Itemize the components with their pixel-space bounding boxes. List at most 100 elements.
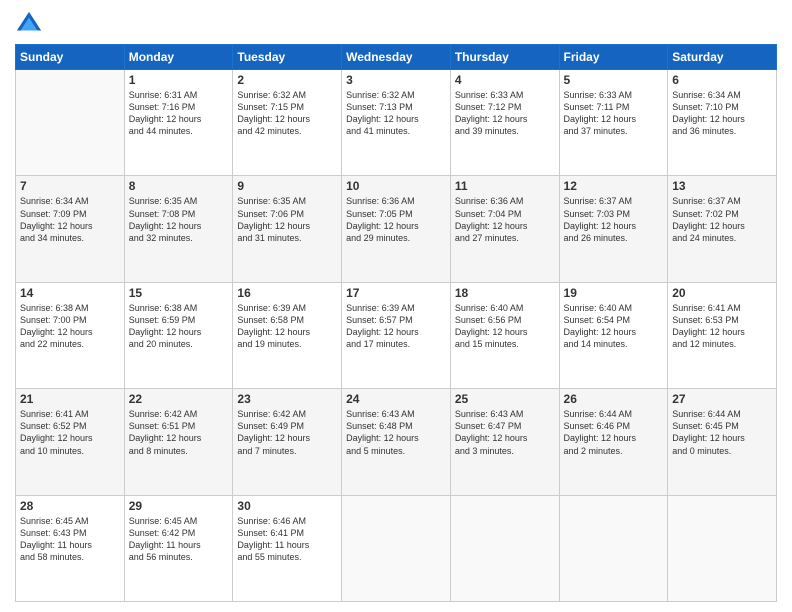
- calendar-cell: 15 Sunrise: 6:38 AM Sunset: 6:59 PM Dayli…: [124, 282, 233, 388]
- calendar-cell: 1 Sunrise: 6:31 AM Sunset: 7:16 PM Daylig…: [124, 70, 233, 176]
- day-info: Sunrise: 6:36 AM Sunset: 7:05 PM Dayligh…: [346, 195, 446, 244]
- calendar-cell: [668, 495, 777, 601]
- day-info: Sunrise: 6:44 AM Sunset: 6:46 PM Dayligh…: [564, 408, 664, 457]
- calendar-cell: 26 Sunrise: 6:44 AM Sunset: 6:46 PM Dayli…: [559, 389, 668, 495]
- calendar-cell: 28Sunrise: 6:45 AM Sunset: 6:43 PM Dayli…: [16, 495, 125, 601]
- day-info: Sunrise: 6:39 AM Sunset: 6:57 PM Dayligh…: [346, 302, 446, 351]
- day-number: 15: [129, 286, 229, 300]
- col-header-wednesday: Wednesday: [342, 45, 451, 70]
- calendar-cell: 14Sunrise: 6:38 AM Sunset: 7:00 PM Dayli…: [16, 282, 125, 388]
- col-header-sunday: Sunday: [16, 45, 125, 70]
- day-info: Sunrise: 6:34 AM Sunset: 7:09 PM Dayligh…: [20, 195, 120, 244]
- day-number: 9: [237, 179, 337, 193]
- day-info: Sunrise: 6:43 AM Sunset: 6:47 PM Dayligh…: [455, 408, 555, 457]
- day-number: 28: [20, 499, 120, 513]
- calendar-cell: 23 Sunrise: 6:42 AM Sunset: 6:49 PM Dayli…: [233, 389, 342, 495]
- calendar-cell: 13 Sunrise: 6:37 AM Sunset: 7:02 PM Dayli…: [668, 176, 777, 282]
- day-number: 17: [346, 286, 446, 300]
- day-info: Sunrise: 6:43 AM Sunset: 6:48 PM Dayligh…: [346, 408, 446, 457]
- day-number: 29: [129, 499, 229, 513]
- day-info: Sunrise: 6:39 AM Sunset: 6:58 PM Dayligh…: [237, 302, 337, 351]
- calendar-week-row: 7 Sunrise: 6:34 AM Sunset: 7:09 PM Daylig…: [16, 176, 777, 282]
- day-number: 20: [672, 286, 772, 300]
- day-number: 3: [346, 73, 446, 87]
- day-number: 4: [455, 73, 555, 87]
- calendar-cell: 25 Sunrise: 6:43 AM Sunset: 6:47 PM Dayli…: [450, 389, 559, 495]
- calendar-header-row: SundayMondayTuesdayWednesdayThursdayFrid…: [16, 45, 777, 70]
- calendar-cell: 18 Sunrise: 6:40 AM Sunset: 6:56 PM Dayli…: [450, 282, 559, 388]
- day-info: Sunrise: 6:38 AM Sunset: 7:00 PM Dayligh…: [20, 302, 120, 351]
- day-number: 6: [672, 73, 772, 87]
- col-header-tuesday: Tuesday: [233, 45, 342, 70]
- day-number: 23: [237, 392, 337, 406]
- day-number: 19: [564, 286, 664, 300]
- calendar-cell: 22Sunrise: 6:42 AM Sunset: 6:51 PM Dayli…: [124, 389, 233, 495]
- day-number: 8: [129, 179, 229, 193]
- day-number: 21: [20, 392, 120, 406]
- day-number: 22: [129, 392, 229, 406]
- day-info: Sunrise: 6:31 AM Sunset: 7:16 PM Dayligh…: [129, 89, 229, 138]
- calendar-week-row: 14Sunrise: 6:38 AM Sunset: 7:00 PM Dayli…: [16, 282, 777, 388]
- logo-icon: [15, 10, 43, 38]
- calendar-cell: 30Sunrise: 6:46 AM Sunset: 6:41 PM Dayli…: [233, 495, 342, 601]
- day-number: 25: [455, 392, 555, 406]
- day-info: Sunrise: 6:35 AM Sunset: 7:08 PM Dayligh…: [129, 195, 229, 244]
- page: SundayMondayTuesdayWednesdayThursdayFrid…: [0, 0, 792, 612]
- calendar-week-row: 21 Sunrise: 6:41 AM Sunset: 6:52 PM Dayli…: [16, 389, 777, 495]
- calendar-cell: 16 Sunrise: 6:39 AM Sunset: 6:58 PM Dayli…: [233, 282, 342, 388]
- logo: [15, 10, 47, 38]
- calendar-cell: 10Sunrise: 6:36 AM Sunset: 7:05 PM Dayli…: [342, 176, 451, 282]
- calendar-table: SundayMondayTuesdayWednesdayThursdayFrid…: [15, 44, 777, 602]
- calendar-cell: 2 Sunrise: 6:32 AM Sunset: 7:15 PM Daylig…: [233, 70, 342, 176]
- day-info: Sunrise: 6:32 AM Sunset: 7:15 PM Dayligh…: [237, 89, 337, 138]
- calendar-cell: 17 Sunrise: 6:39 AM Sunset: 6:57 PM Dayli…: [342, 282, 451, 388]
- calendar-cell: 8 Sunrise: 6:35 AM Sunset: 7:08 PM Daylig…: [124, 176, 233, 282]
- day-info: Sunrise: 6:40 AM Sunset: 6:54 PM Dayligh…: [564, 302, 664, 351]
- day-info: Sunrise: 6:44 AM Sunset: 6:45 PM Dayligh…: [672, 408, 772, 457]
- header: [15, 10, 777, 38]
- calendar-cell: [559, 495, 668, 601]
- day-number: 7: [20, 179, 120, 193]
- col-header-friday: Friday: [559, 45, 668, 70]
- calendar-cell: 20 Sunrise: 6:41 AM Sunset: 6:53 PM Dayli…: [668, 282, 777, 388]
- day-number: 11: [455, 179, 555, 193]
- day-info: Sunrise: 6:35 AM Sunset: 7:06 PM Dayligh…: [237, 195, 337, 244]
- day-number: 5: [564, 73, 664, 87]
- day-info: Sunrise: 6:34 AM Sunset: 7:10 PM Dayligh…: [672, 89, 772, 138]
- day-number: 13: [672, 179, 772, 193]
- day-number: 2: [237, 73, 337, 87]
- calendar-cell: 11 Sunrise: 6:36 AM Sunset: 7:04 PM Dayli…: [450, 176, 559, 282]
- calendar-cell: 7 Sunrise: 6:34 AM Sunset: 7:09 PM Daylig…: [16, 176, 125, 282]
- day-info: Sunrise: 6:36 AM Sunset: 7:04 PM Dayligh…: [455, 195, 555, 244]
- day-info: Sunrise: 6:42 AM Sunset: 6:49 PM Dayligh…: [237, 408, 337, 457]
- calendar-cell: 9 Sunrise: 6:35 AM Sunset: 7:06 PM Daylig…: [233, 176, 342, 282]
- col-header-monday: Monday: [124, 45, 233, 70]
- calendar-cell: 19 Sunrise: 6:40 AM Sunset: 6:54 PM Dayli…: [559, 282, 668, 388]
- calendar-cell: [16, 70, 125, 176]
- calendar-cell: 29 Sunrise: 6:45 AM Sunset: 6:42 PM Dayli…: [124, 495, 233, 601]
- day-number: 24: [346, 392, 446, 406]
- day-info: Sunrise: 6:41 AM Sunset: 6:52 PM Dayligh…: [20, 408, 120, 457]
- day-number: 18: [455, 286, 555, 300]
- day-number: 27: [672, 392, 772, 406]
- calendar-cell: 24 Sunrise: 6:43 AM Sunset: 6:48 PM Dayli…: [342, 389, 451, 495]
- day-info: Sunrise: 6:45 AM Sunset: 6:42 PM Dayligh…: [129, 515, 229, 564]
- day-info: Sunrise: 6:37 AM Sunset: 7:03 PM Dayligh…: [564, 195, 664, 244]
- calendar-cell: [450, 495, 559, 601]
- calendar-cell: 4 Sunrise: 6:33 AM Sunset: 7:12 PM Daylig…: [450, 70, 559, 176]
- calendar-cell: 12Sunrise: 6:37 AM Sunset: 7:03 PM Dayli…: [559, 176, 668, 282]
- day-info: Sunrise: 6:41 AM Sunset: 6:53 PM Dayligh…: [672, 302, 772, 351]
- day-info: Sunrise: 6:33 AM Sunset: 7:12 PM Dayligh…: [455, 89, 555, 138]
- day-number: 16: [237, 286, 337, 300]
- day-number: 1: [129, 73, 229, 87]
- calendar-cell: 5Sunrise: 6:33 AM Sunset: 7:11 PM Daylig…: [559, 70, 668, 176]
- calendar-cell: [342, 495, 451, 601]
- day-info: Sunrise: 6:38 AM Sunset: 6:59 PM Dayligh…: [129, 302, 229, 351]
- day-info: Sunrise: 6:37 AM Sunset: 7:02 PM Dayligh…: [672, 195, 772, 244]
- day-info: Sunrise: 6:40 AM Sunset: 6:56 PM Dayligh…: [455, 302, 555, 351]
- col-header-thursday: Thursday: [450, 45, 559, 70]
- calendar-cell: 21 Sunrise: 6:41 AM Sunset: 6:52 PM Dayli…: [16, 389, 125, 495]
- day-number: 26: [564, 392, 664, 406]
- day-info: Sunrise: 6:46 AM Sunset: 6:41 PM Dayligh…: [237, 515, 337, 564]
- calendar-week-row: 1 Sunrise: 6:31 AM Sunset: 7:16 PM Daylig…: [16, 70, 777, 176]
